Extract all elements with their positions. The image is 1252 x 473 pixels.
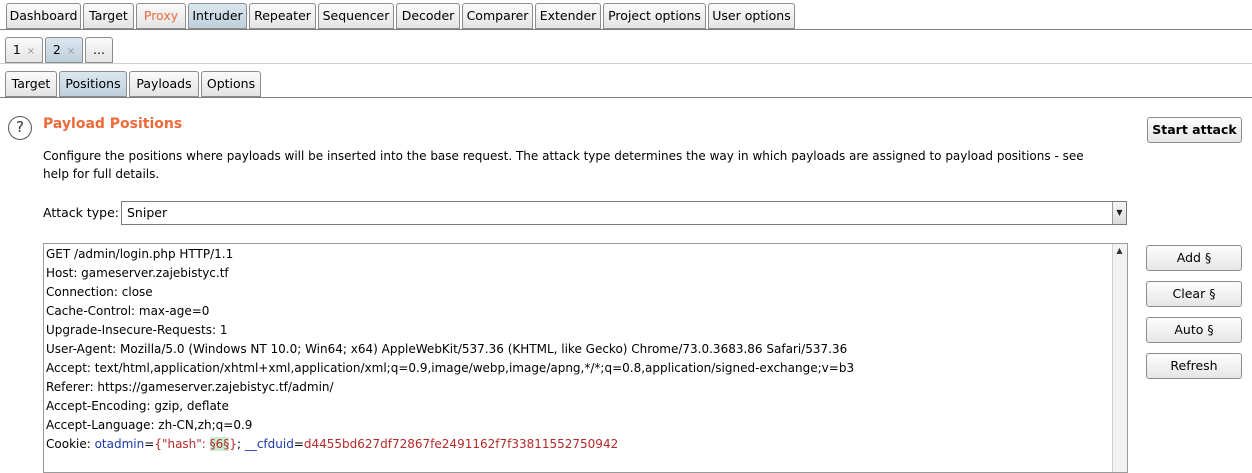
cookie-equals: = — [293, 437, 304, 451]
cookie-name: __cfduid — [244, 437, 294, 451]
subtab-positions[interactable]: Positions — [59, 71, 127, 97]
tab-comparer[interactable]: Comparer — [462, 3, 533, 29]
refresh-button[interactable]: Refresh — [1146, 353, 1242, 379]
attack-tab-1[interactable]: 1 × — [5, 37, 43, 63]
request-line: Referer: https://gameserver.zajebistyc.t… — [46, 380, 334, 394]
cookie-prefix: Cookie: — [46, 437, 95, 451]
tab-project-options[interactable]: Project options — [603, 3, 706, 29]
request-line: Accept-Encoding: gzip, deflate — [46, 399, 229, 413]
payload-position-marker[interactable]: §6§ — [209, 437, 230, 451]
attack-type-label: Attack type: — [43, 205, 120, 220]
attack-tab-label: 1 — [12, 42, 21, 57]
auto-markers-button[interactable]: Auto § — [1146, 317, 1242, 343]
tab-dashboard[interactable]: Dashboard — [6, 3, 81, 29]
request-line: Accept-Language: zh-CN,zh;q=0.9 — [46, 418, 253, 432]
tab-decoder[interactable]: Decoder — [396, 3, 460, 29]
cookie-equals: = — [144, 437, 155, 451]
main-tab-underline — [0, 29, 1252, 30]
request-editor[interactable]: GET /admin/login.php HTTP/1.1 Host: game… — [43, 243, 1128, 473]
cookie-line: Cookie: otadmin={"hash": §6§}; __cfduid=… — [46, 435, 854, 454]
clear-markers-button[interactable]: Clear § — [1146, 281, 1242, 307]
new-attack-tab-button[interactable]: ... — [85, 37, 113, 63]
request-line: Upgrade-Insecure-Requests: 1 — [46, 323, 228, 337]
sub-tab-underline — [0, 97, 1252, 98]
chevron-down-icon[interactable]: ▼ — [1112, 202, 1126, 224]
cookie-value: } — [229, 437, 237, 451]
section-description: Configure the positions where payloads w… — [43, 149, 1084, 181]
tab-target[interactable]: Target — [83, 3, 134, 29]
attack-tab-2[interactable]: 2 × — [45, 37, 83, 63]
request-line: User-Agent: Mozilla/5.0 (Windows NT 10.0… — [46, 342, 848, 356]
tab-repeater[interactable]: Repeater — [249, 3, 316, 29]
scroll-up-icon[interactable]: ▲ — [1113, 246, 1126, 255]
section-title: Payload Positions — [43, 116, 183, 132]
attack-type-value: Sniper — [127, 205, 168, 220]
subtab-target[interactable]: Target — [5, 71, 57, 97]
close-icon[interactable]: × — [27, 46, 35, 57]
tab-intruder[interactable]: Intruder — [188, 3, 247, 29]
close-icon[interactable]: × — [67, 46, 75, 57]
request-line: GET /admin/login.php HTTP/1.1 — [46, 247, 234, 261]
attack-tab-label: 2 — [52, 42, 61, 57]
subtab-options[interactable]: Options — [201, 71, 261, 97]
editor-scrollbar[interactable]: ▲ — [1112, 244, 1127, 472]
add-marker-button[interactable]: Add § — [1146, 245, 1242, 271]
tab-sequencer[interactable]: Sequencer — [318, 3, 394, 29]
request-line: Host: gameserver.zajebistyc.tf — [46, 266, 229, 280]
cookie-value: d4455bd627df72867fe2491162f7f33811552750… — [303, 437, 619, 451]
tab-user-options[interactable]: User options — [708, 3, 795, 29]
cookie-separator: ; — [236, 437, 245, 451]
cookie-name: otadmin — [94, 437, 145, 451]
new-tab-label: ... — [93, 42, 105, 57]
cookie-value: {"hash": — [154, 437, 210, 451]
request-line: Accept: text/html,application/xhtml+xml,… — [46, 361, 855, 375]
request-line: Cache-Control: max-age=0 — [46, 304, 210, 318]
attack-tab-underline — [0, 63, 1252, 64]
start-attack-button[interactable]: Start attack — [1147, 117, 1242, 143]
tab-extender[interactable]: Extender — [535, 3, 601, 29]
request-line: Connection: close — [46, 285, 153, 299]
request-lines: GET /admin/login.php HTTP/1.1 Host: game… — [46, 245, 854, 454]
subtab-payloads[interactable]: Payloads — [129, 71, 199, 97]
tab-proxy[interactable]: Proxy — [136, 3, 186, 29]
attack-type-select[interactable]: Sniper ▼ — [121, 201, 1127, 225]
help-icon[interactable]: ? — [8, 116, 32, 140]
